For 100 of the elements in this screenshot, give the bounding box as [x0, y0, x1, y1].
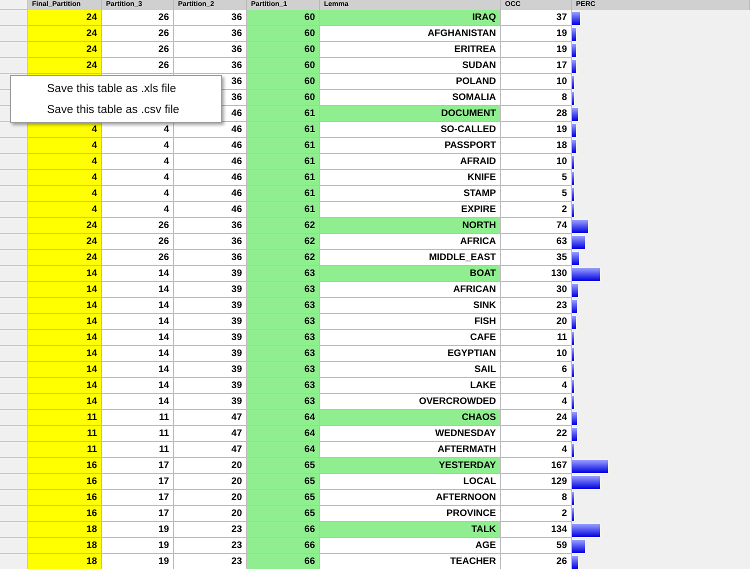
table-cell: 19: [102, 538, 174, 554]
row-header[interactable]: [0, 250, 28, 266]
table-cell: 16: [28, 474, 102, 490]
row-header[interactable]: [0, 26, 28, 42]
row-header[interactable]: [0, 538, 28, 554]
row-header[interactable]: [0, 490, 28, 506]
table-cell: SO-CALLED: [320, 122, 501, 138]
table-cell: 61: [247, 170, 320, 186]
table-cell: 60: [247, 10, 320, 26]
table-cell: 24: [501, 410, 572, 426]
table-cell: 26: [102, 10, 174, 26]
table-cell: 66: [247, 538, 320, 554]
table-cell: CHAOS: [320, 410, 501, 426]
table-cell: AGE: [320, 538, 501, 554]
table-cell: 63: [247, 394, 320, 410]
table-cell: 63: [247, 282, 320, 298]
table-cell: SAIL: [320, 362, 501, 378]
table-cell: 62: [247, 234, 320, 250]
row-header[interactable]: [0, 234, 28, 250]
table-cell: TEACHER: [320, 554, 501, 569]
table-cell: 10: [501, 74, 572, 90]
row-header[interactable]: [0, 330, 28, 346]
table-cell: 14: [102, 282, 174, 298]
table-cell: 4: [501, 378, 572, 394]
table-cell: 46: [174, 170, 247, 186]
row-header[interactable]: [0, 122, 28, 138]
table-cell: 14: [102, 298, 174, 314]
row-header[interactable]: [0, 458, 28, 474]
table-cell: 17: [102, 490, 174, 506]
row-header[interactable]: [0, 426, 28, 442]
table-cell: 62: [247, 218, 320, 234]
table-cell: AFRAID: [320, 154, 501, 170]
table-cell: 16: [28, 490, 102, 506]
row-header[interactable]: [0, 186, 28, 202]
table-cell: 74: [501, 218, 572, 234]
row-header[interactable]: [0, 346, 28, 362]
table-cell: 63: [501, 234, 572, 250]
table-cell: 4: [28, 202, 102, 218]
row-header[interactable]: [0, 170, 28, 186]
table-cell: 64: [247, 442, 320, 458]
row-header[interactable]: [0, 218, 28, 234]
table-cell: 60: [247, 74, 320, 90]
table-cell: 65: [247, 458, 320, 474]
table-cell: 129: [501, 474, 572, 490]
row-header[interactable]: [0, 154, 28, 170]
table-cell: 63: [247, 378, 320, 394]
row-header[interactable]: [0, 58, 28, 74]
table-cell: 36: [174, 26, 247, 42]
row-header[interactable]: [0, 282, 28, 298]
table-cell: 26: [102, 234, 174, 250]
table-cell: 19: [501, 42, 572, 58]
row-header[interactable]: [0, 506, 28, 522]
table-cell: PASSPORT: [320, 138, 501, 154]
row-header[interactable]: [0, 474, 28, 490]
table-cell: AFGHANISTAN: [320, 26, 501, 42]
table-cell: 134: [501, 522, 572, 538]
table-cell: 65: [247, 490, 320, 506]
table-cell: 23: [174, 522, 247, 538]
table-cell: 39: [174, 282, 247, 298]
row-header[interactable]: [0, 10, 28, 26]
row-header[interactable]: [0, 522, 28, 538]
row-header[interactable]: [0, 314, 28, 330]
table-cell: 11: [102, 426, 174, 442]
table-cell: 4: [28, 138, 102, 154]
table-cell: 24: [28, 26, 102, 42]
table-cell: 14: [102, 362, 174, 378]
table-cell: 61: [247, 122, 320, 138]
row-header[interactable]: [0, 202, 28, 218]
table-cell: 167: [501, 458, 572, 474]
table-cell: 10: [501, 154, 572, 170]
row-header[interactable]: [0, 42, 28, 58]
table-cell: 36: [174, 58, 247, 74]
table-cell: 65: [247, 474, 320, 490]
table-cell: 61: [247, 202, 320, 218]
table-cell: 39: [174, 362, 247, 378]
table-cell: 36: [174, 42, 247, 58]
table-cell: 4: [501, 442, 572, 458]
table-cell: 39: [174, 330, 247, 346]
row-header[interactable]: [0, 298, 28, 314]
row-header[interactable]: [0, 378, 28, 394]
table-cell: 61: [247, 154, 320, 170]
table-cell: 4: [501, 394, 572, 410]
table-cell: 4: [28, 122, 102, 138]
row-header[interactable]: [0, 138, 28, 154]
table-cell: 23: [174, 554, 247, 569]
row-header[interactable]: [0, 362, 28, 378]
table-cell: 14: [102, 266, 174, 282]
table-cell: 8: [501, 490, 572, 506]
table-cell: 61: [247, 106, 320, 122]
row-header[interactable]: [0, 442, 28, 458]
row-header[interactable]: [0, 394, 28, 410]
table-cell: 22: [501, 426, 572, 442]
table-cell: 17: [102, 506, 174, 522]
table-cell: 39: [174, 298, 247, 314]
table-cell: STAMP: [320, 186, 501, 202]
row-header[interactable]: [0, 410, 28, 426]
row-header[interactable]: [0, 266, 28, 282]
table-cell: 46: [174, 154, 247, 170]
table-cell: 61: [247, 138, 320, 154]
table-cell: 23: [501, 298, 572, 314]
